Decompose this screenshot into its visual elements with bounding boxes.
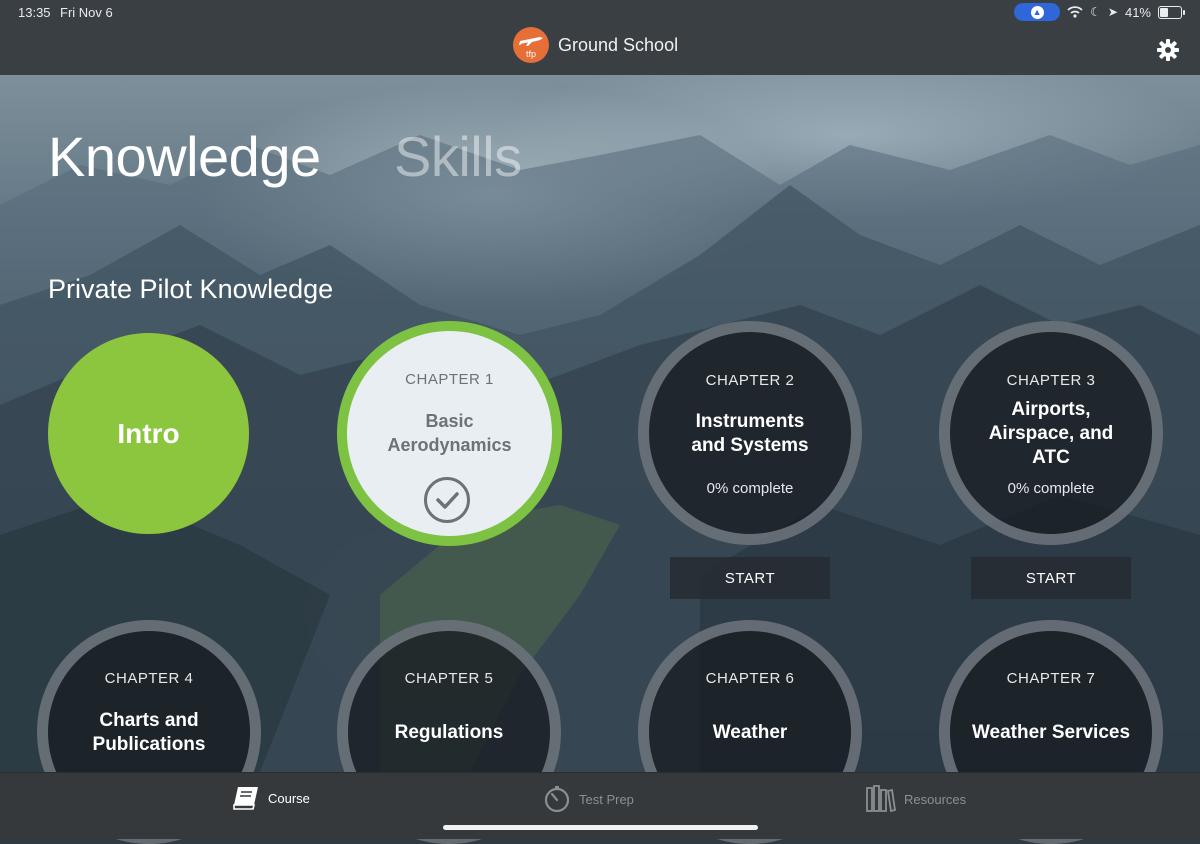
chapter-name-line: ATC bbox=[1032, 447, 1070, 468]
tab-label: Test Prep bbox=[579, 791, 634, 807]
tab-label: Resources bbox=[904, 791, 967, 807]
home-indicator bbox=[443, 825, 758, 830]
status-date: Fri Nov 6 bbox=[60, 5, 113, 20]
top-bar: 13:35 Fri Nov 6 ▲ ☾ ➤ 41% tfp Ground Sch… bbox=[0, 0, 1200, 75]
chapter-name-line: Basic bbox=[425, 411, 474, 431]
timer-icon bbox=[544, 786, 570, 813]
chapter-number: CHAPTER 5 bbox=[404, 670, 494, 687]
chapter-number: CHAPTER 6 bbox=[705, 670, 795, 687]
chapter-progress: 0% complete bbox=[1007, 480, 1095, 497]
navigation-arrow-icon: ▲ bbox=[1030, 5, 1044, 19]
segment-knowledge[interactable]: Knowledge bbox=[48, 124, 321, 189]
app-logo-text: tfp bbox=[525, 49, 536, 59]
app-title: Ground School bbox=[558, 35, 679, 55]
chapter-number: CHAPTER 7 bbox=[1006, 670, 1096, 687]
chapter-name-line: Airspace, and bbox=[988, 423, 1114, 444]
tab-label: Course bbox=[268, 790, 310, 806]
chapter-number: CHAPTER 1 bbox=[405, 371, 494, 388]
chapter-name-line: Aerodynamics bbox=[387, 435, 512, 455]
tab-course[interactable]: Course bbox=[232, 785, 310, 811]
intro-circle[interactable]: Intro bbox=[48, 333, 249, 534]
chapter-2-start-button[interactable]: START bbox=[670, 557, 830, 599]
book-icon bbox=[233, 787, 258, 810]
intro-label: Intro bbox=[117, 417, 180, 449]
moon-icon: ☾ bbox=[1090, 5, 1101, 19]
chapter-name-line: Regulations bbox=[394, 722, 504, 743]
wifi-icon bbox=[1067, 6, 1083, 18]
tab-test-prep[interactable]: Test Prep bbox=[543, 785, 634, 813]
section-title: Private Pilot Knowledge bbox=[48, 274, 334, 304]
chapter-number: CHAPTER 2 bbox=[705, 372, 795, 389]
battery-percent: 41% bbox=[1124, 4, 1151, 20]
chapter-3-start-button[interactable]: START bbox=[971, 557, 1131, 599]
segment-skills[interactable]: Skills bbox=[394, 124, 522, 189]
chapter-name-line: Weather Services bbox=[971, 722, 1131, 743]
battery-icon bbox=[1158, 5, 1185, 19]
tab-resources[interactable]: Resources bbox=[866, 785, 966, 813]
chapter-name-line: Weather bbox=[712, 722, 788, 743]
chapter-2-circle[interactable]: CHAPTER 2 Instruments and Systems 0% com… bbox=[638, 321, 862, 545]
chapter-number: CHAPTER 4 bbox=[104, 670, 194, 687]
location-arrow-icon: ➤ bbox=[1107, 5, 1118, 19]
app-logo: tfp bbox=[513, 27, 549, 63]
chapter-3-circle[interactable]: CHAPTER 3 Airports, Airspace, and ATC 0%… bbox=[939, 321, 1163, 545]
chapter-name-line: Publications bbox=[92, 734, 206, 755]
chapter-number: CHAPTER 3 bbox=[1006, 372, 1096, 389]
chapter-name-line: Airports, bbox=[1011, 399, 1091, 420]
gear-icon[interactable] bbox=[1156, 38, 1180, 62]
checkmark-icon bbox=[424, 477, 470, 523]
chapter-name-line: Instruments bbox=[695, 411, 805, 432]
library-icon bbox=[866, 785, 896, 813]
status-indicators: ▲ ☾ ➤ 41% bbox=[1014, 3, 1185, 21]
status-time: 13:35 bbox=[18, 5, 51, 20]
chapter-name-line: Charts and bbox=[99, 710, 199, 731]
airplane-icon bbox=[519, 37, 543, 46]
chapter-name-line: and Systems bbox=[691, 435, 809, 456]
chapter-progress: 0% complete bbox=[706, 480, 794, 497]
chapter-1-circle[interactable]: CHAPTER 1 Basic Aerodynamics bbox=[337, 321, 562, 546]
navigation-pill: ▲ bbox=[1014, 3, 1061, 21]
